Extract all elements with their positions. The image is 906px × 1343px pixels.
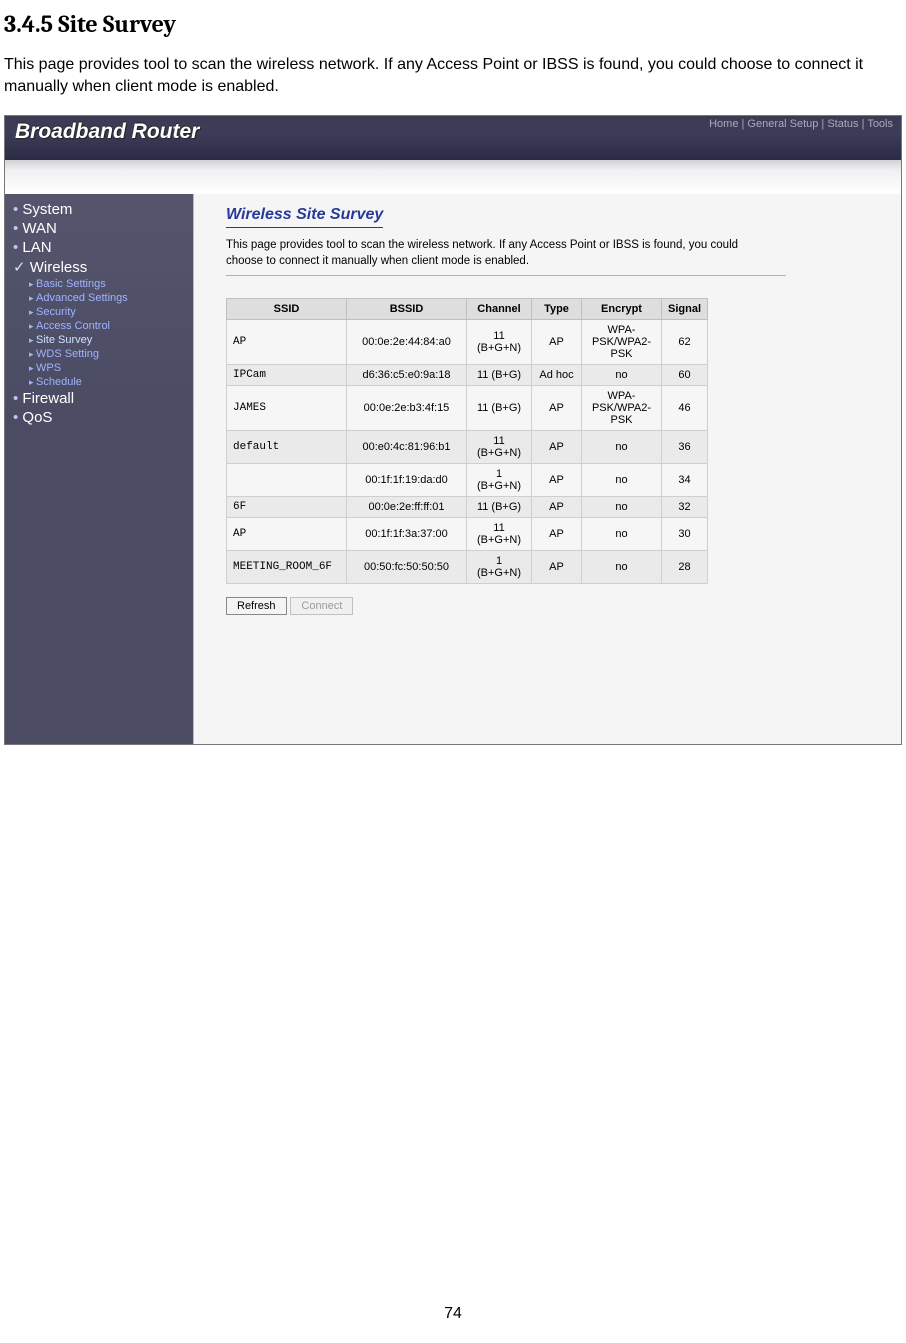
connect-button[interactable]: Connect — [290, 597, 353, 615]
cell-encrypt: no — [582, 431, 662, 464]
sidebar-sub-schedule[interactable]: Schedule — [29, 375, 193, 389]
cell-ssid: IPCam — [227, 365, 347, 386]
cell-signal: 62 — [662, 320, 708, 365]
cell-type: Ad hoc — [532, 365, 582, 386]
cell-type: AP — [532, 497, 582, 518]
col-encrypt: Encrypt — [582, 299, 662, 320]
table-row[interactable]: 00:1f:1f:19:da:d01 (B+G+N)APno34 — [227, 464, 708, 497]
cell-signal: 60 — [662, 365, 708, 386]
page-number: 74 — [4, 1305, 902, 1343]
cell-encrypt: WPA-PSK/WPA2-PSK — [582, 320, 662, 365]
cell-type: AP — [532, 431, 582, 464]
divider — [226, 275, 786, 276]
cell-ssid: AP — [227, 518, 347, 551]
cell-signal: 34 — [662, 464, 708, 497]
cell-signal: 32 — [662, 497, 708, 518]
cell-encrypt: WPA-PSK/WPA2-PSK — [582, 386, 662, 431]
top-nav: Home | General Setup | Status | Tools — [709, 118, 893, 130]
content-area: Wireless Site Survey This page provides … — [193, 194, 901, 744]
table-row[interactable]: IPCamd6:36:c5:e0:9a:1811 (B+G)Ad hocno60 — [227, 365, 708, 386]
cell-type: AP — [532, 386, 582, 431]
sidebar-sub-site-survey[interactable]: Site Survey — [29, 333, 193, 347]
cell-ssid: AP — [227, 320, 347, 365]
cell-bssid: 00:1f:1f:19:da:d0 — [347, 464, 467, 497]
nav-status[interactable]: Status — [827, 118, 858, 130]
cell-encrypt: no — [582, 365, 662, 386]
cell-signal: 46 — [662, 386, 708, 431]
cell-signal: 36 — [662, 431, 708, 464]
cell-bssid: 00:e0:4c:81:96:b1 — [347, 431, 467, 464]
brand-title: Broadband Router — [15, 120, 199, 144]
cell-ssid: MEETING_ROOM_6F — [227, 551, 347, 584]
table-row[interactable]: AP00:0e:2e:44:84:a011 (B+G+N)APWPA-PSK/W… — [227, 320, 708, 365]
nav-general-setup[interactable]: General Setup — [747, 118, 818, 130]
cell-encrypt: no — [582, 518, 662, 551]
cell-encrypt: no — [582, 551, 662, 584]
sidebar-sub-basic-settings[interactable]: Basic Settings — [29, 277, 193, 291]
sidebar-item-qos[interactable]: QoS — [5, 408, 193, 427]
cell-signal: 30 — [662, 518, 708, 551]
sidebar-item-wan[interactable]: WAN — [5, 219, 193, 238]
cell-ssid: 6F — [227, 497, 347, 518]
cell-channel: 11 (B+G+N) — [467, 431, 532, 464]
cell-channel: 1 (B+G+N) — [467, 464, 532, 497]
router-admin-screenshot: Broadband Router Home | General Setup | … — [4, 115, 902, 745]
col-channel: Channel — [467, 299, 532, 320]
sidebar-sub-access-control[interactable]: Access Control — [29, 319, 193, 333]
col-type: Type — [532, 299, 582, 320]
sidebar-item-system[interactable]: System — [5, 200, 193, 219]
cell-bssid: 00:1f:1f:3a:37:00 — [347, 518, 467, 551]
cell-ssid: default — [227, 431, 347, 464]
sidebar-sub-advanced-settings[interactable]: Advanced Settings — [29, 291, 193, 305]
cell-type: AP — [532, 551, 582, 584]
sidebar-sub-wds-setting[interactable]: WDS Setting — [29, 347, 193, 361]
sidebar-item-firewall[interactable]: Firewall — [5, 389, 193, 408]
col-bssid: BSSID — [347, 299, 467, 320]
nav-tools[interactable]: Tools — [867, 118, 893, 130]
cell-channel: 11 (B+G) — [467, 497, 532, 518]
sidebar-sub-security[interactable]: Security — [29, 305, 193, 319]
table-row[interactable]: 6F00:0e:2e:ff:ff:0111 (B+G)APno32 — [227, 497, 708, 518]
table-row[interactable]: AP00:1f:1f:3a:37:0011 (B+G+N)APno30 — [227, 518, 708, 551]
sidebar-item-lan[interactable]: LAN — [5, 238, 193, 257]
cell-ssid: JAMES — [227, 386, 347, 431]
cell-bssid: 00:0e:2e:ff:ff:01 — [347, 497, 467, 518]
sidebar-sub-wps[interactable]: WPS — [29, 361, 193, 375]
table-header-row: SSID BSSID Channel Type Encrypt Signal — [227, 299, 708, 320]
sidebar: System WAN LAN Wireless Basic Settings A… — [5, 194, 193, 744]
cell-encrypt: no — [582, 464, 662, 497]
col-ssid: SSID — [227, 299, 347, 320]
cell-channel: 1 (B+G+N) — [467, 551, 532, 584]
doc-section-heading: 3.4.5 Site Survey — [4, 10, 902, 38]
header-bar: Broadband Router Home | General Setup | … — [5, 116, 901, 160]
cell-channel: 11 (B+G+N) — [467, 518, 532, 551]
cell-bssid: 00:0e:2e:b3:4f:15 — [347, 386, 467, 431]
table-row[interactable]: default00:e0:4c:81:96:b111 (B+G+N)APno36 — [227, 431, 708, 464]
cell-signal: 28 — [662, 551, 708, 584]
cell-bssid: 00:0e:2e:44:84:a0 — [347, 320, 467, 365]
refresh-button[interactable]: Refresh — [226, 597, 287, 615]
cell-encrypt: no — [582, 497, 662, 518]
cell-channel: 11 (B+G+N) — [467, 320, 532, 365]
table-row[interactable]: JAMES00:0e:2e:b3:4f:1511 (B+G)APWPA-PSK/… — [227, 386, 708, 431]
doc-intro-text: This page provides tool to scan the wire… — [4, 54, 902, 97]
col-signal: Signal — [662, 299, 708, 320]
cell-channel: 11 (B+G) — [467, 365, 532, 386]
nav-home[interactable]: Home — [709, 118, 738, 130]
page-title: Wireless Site Survey — [226, 206, 383, 228]
cell-type: AP — [532, 518, 582, 551]
table-row[interactable]: MEETING_ROOM_6F00:50:fc:50:50:501 (B+G+N… — [227, 551, 708, 584]
cell-bssid: d6:36:c5:e0:9a:18 — [347, 365, 467, 386]
site-survey-table: SSID BSSID Channel Type Encrypt Signal A… — [226, 298, 708, 584]
cell-type: AP — [532, 464, 582, 497]
button-row: Refresh Connect — [226, 596, 881, 615]
cell-bssid: 00:50:fc:50:50:50 — [347, 551, 467, 584]
cell-channel: 11 (B+G) — [467, 386, 532, 431]
page-description: This page provides tool to scan the wire… — [226, 238, 766, 269]
cell-ssid — [227, 464, 347, 497]
cell-type: AP — [532, 320, 582, 365]
sidebar-item-wireless[interactable]: Wireless — [5, 257, 193, 277]
header-gradient-strip — [5, 160, 901, 194]
